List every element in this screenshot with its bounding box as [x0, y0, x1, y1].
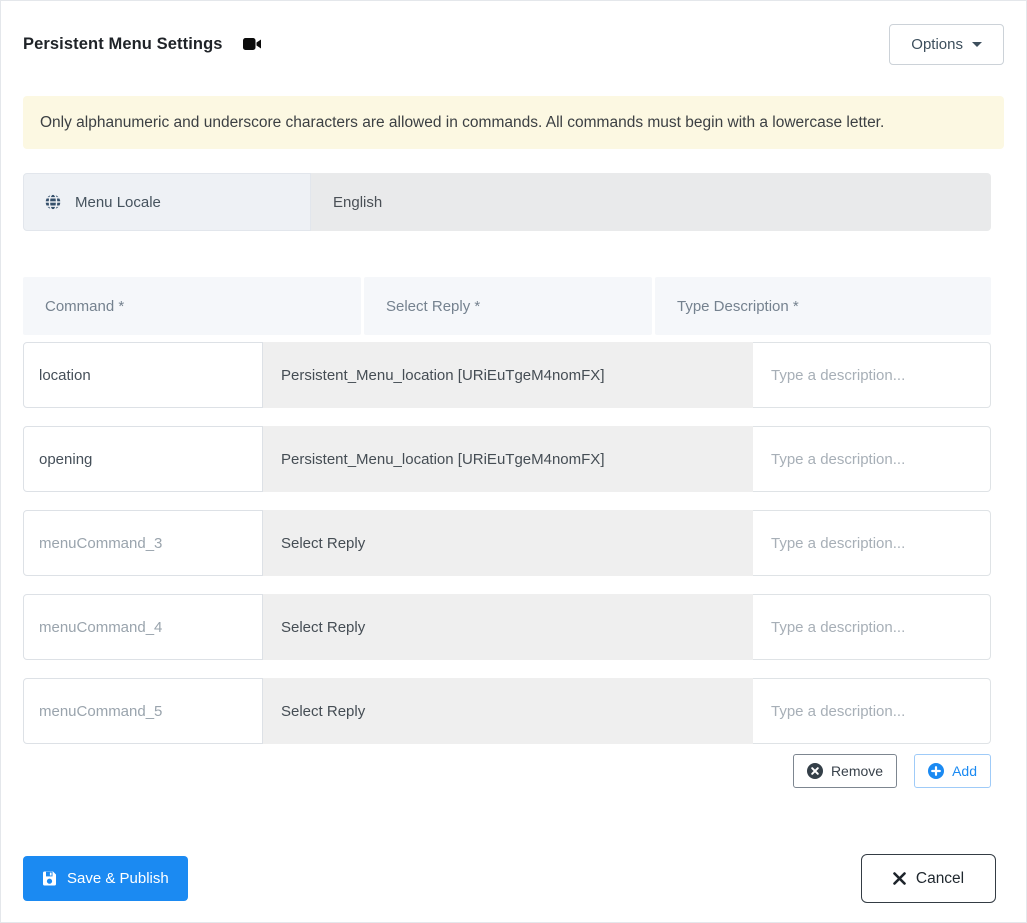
reply-select[interactable]: Select Reply: [263, 510, 753, 576]
header-command: Command *: [23, 277, 361, 335]
remove-button-label: Remove: [830, 763, 884, 779]
menu-locale-value-text: English: [333, 193, 383, 211]
options-button[interactable]: Options: [889, 23, 1004, 65]
menu-locale-label-addon: Menu Locale: [23, 173, 311, 231]
table-row: Persistent_Menu_location [URiEuTgeM4nomF…: [23, 426, 991, 492]
command-input[interactable]: [23, 510, 263, 576]
table-row: Persistent_Menu_location [URiEuTgeM4nomF…: [23, 342, 991, 408]
command-input[interactable]: [23, 426, 263, 492]
options-button-label: Options: [911, 35, 963, 53]
menu-locale-label: Menu Locale: [75, 193, 161, 211]
reply-select[interactable]: Persistent_Menu_location [URiEuTgeM4nomF…: [263, 342, 753, 408]
reply-select[interactable]: Select Reply: [263, 678, 753, 744]
description-input[interactable]: [753, 510, 991, 576]
floppy-icon: [42, 871, 57, 886]
menu-locale-group: Menu Locale English: [23, 173, 991, 231]
top-bar: Persistent Menu Settings Options: [23, 23, 1004, 65]
table-row: Select Reply: [23, 594, 991, 660]
x-icon: [893, 872, 906, 885]
caret-down-icon: [972, 41, 982, 47]
description-input[interactable]: [753, 678, 991, 744]
page-title: Persistent Menu Settings: [23, 34, 223, 53]
header-type-description: Type Description *: [655, 277, 991, 335]
cancel-button[interactable]: Cancel: [861, 854, 996, 903]
reply-select-value: Select Reply: [281, 618, 366, 636]
title-wrap: Persistent Menu Settings: [23, 35, 262, 54]
command-input[interactable]: [23, 594, 263, 660]
add-button-label: Add: [952, 763, 977, 779]
reply-select-value: Select Reply: [281, 702, 366, 720]
menu-locale-value: English: [311, 173, 991, 231]
video-camera-icon: [242, 36, 262, 52]
table-row: Select Reply: [23, 510, 991, 576]
add-row-button[interactable]: Add: [914, 754, 991, 788]
save-publish-label: Save & Publish: [67, 870, 169, 887]
circle-x-icon: [806, 763, 823, 779]
description-input[interactable]: [753, 594, 991, 660]
globe-icon: [44, 193, 62, 211]
table-row: Select Reply: [23, 678, 991, 744]
commands-table-header: Command * Select Reply * Type Descriptio…: [23, 277, 991, 335]
circle-plus-icon: [928, 763, 945, 779]
header-select-reply: Select Reply *: [364, 277, 652, 335]
command-rules-alert: Only alphanumeric and underscore charact…: [23, 96, 1004, 149]
remove-row-button[interactable]: Remove: [792, 754, 898, 788]
description-input[interactable]: [753, 342, 991, 408]
save-publish-button[interactable]: Save & Publish: [23, 856, 188, 901]
reply-select-value: Select Reply: [281, 534, 366, 552]
footer: Save & Publish Cancel: [23, 854, 1004, 903]
persistent-menu-settings-panel: Persistent Menu Settings Options Only al…: [0, 0, 1027, 923]
command-input[interactable]: [23, 342, 263, 408]
reply-select[interactable]: Select Reply: [263, 594, 753, 660]
command-rules-alert-text: Only alphanumeric and underscore charact…: [40, 113, 885, 131]
reply-select-value: Persistent_Menu_location [URiEuTgeM4nomF…: [281, 366, 605, 384]
command-input[interactable]: [23, 678, 263, 744]
cancel-button-label: Cancel: [915, 869, 965, 887]
reply-select[interactable]: Persistent_Menu_location [URiEuTgeM4nomF…: [263, 426, 753, 492]
description-input[interactable]: [753, 426, 991, 492]
row-actions: Remove Add: [23, 754, 991, 788]
reply-select-value: Persistent_Menu_location [URiEuTgeM4nomF…: [281, 450, 605, 468]
